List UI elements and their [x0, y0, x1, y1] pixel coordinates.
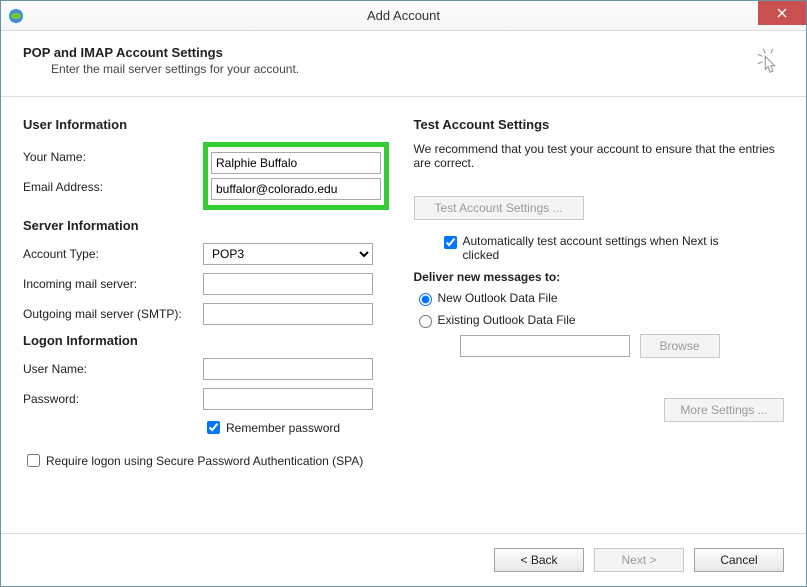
- server-info-title: Server Information: [23, 218, 394, 233]
- outgoing-server-label: Outgoing mail server (SMTP):: [23, 307, 203, 321]
- password-label: Password:: [23, 392, 203, 406]
- account-type-label: Account Type:: [23, 247, 203, 261]
- test-settings-desc: We recommend that you test your account …: [414, 142, 785, 170]
- auto-test-label: Automatically test account settings when…: [463, 234, 743, 262]
- cancel-button[interactable]: Cancel: [694, 548, 784, 572]
- wizard-header: POP and IMAP Account Settings Enter the …: [1, 31, 806, 97]
- your-name-label: Your Name:: [23, 150, 86, 164]
- highlight-box: [203, 142, 389, 210]
- new-data-file-radio[interactable]: [419, 293, 432, 306]
- wizard-footer: < Back Next > Cancel: [1, 533, 806, 586]
- remember-password-checkbox[interactable]: [207, 421, 220, 434]
- browse-button[interactable]: Browse: [640, 334, 720, 358]
- outgoing-server-input[interactable]: [203, 303, 373, 325]
- password-input[interactable]: [203, 388, 373, 410]
- new-data-file-label: New Outlook Data File: [438, 291, 558, 305]
- username-input[interactable]: [203, 358, 373, 380]
- account-type-select[interactable]: POP3: [203, 243, 373, 265]
- window-title: Add Account: [367, 8, 440, 23]
- test-account-button[interactable]: Test Account Settings ...: [414, 196, 584, 220]
- spa-label: Require logon using Secure Password Auth…: [46, 454, 363, 468]
- incoming-server-input[interactable]: [203, 273, 373, 295]
- auto-test-checkbox[interactable]: [444, 236, 457, 249]
- existing-data-file-label: Existing Outlook Data File: [438, 313, 576, 327]
- your-name-input[interactable]: [211, 152, 381, 174]
- spa-checkbox[interactable]: [27, 454, 40, 467]
- test-settings-title: Test Account Settings: [414, 117, 785, 132]
- deliver-title: Deliver new messages to:: [414, 270, 785, 284]
- next-button[interactable]: Next >: [594, 548, 684, 572]
- user-info-title: User Information: [23, 117, 394, 132]
- logon-info-title: Logon Information: [23, 333, 394, 348]
- app-icon: [7, 7, 25, 25]
- close-button[interactable]: [758, 1, 806, 25]
- close-icon: [777, 8, 787, 18]
- right-column: Test Account Settings We recommend that …: [414, 113, 785, 523]
- header-title: POP and IMAP Account Settings: [23, 45, 299, 60]
- email-input[interactable]: [211, 178, 381, 200]
- header-subtitle: Enter the mail server settings for your …: [51, 62, 299, 76]
- more-settings-button[interactable]: More Settings ...: [664, 398, 784, 422]
- remember-password-label: Remember password: [226, 421, 340, 435]
- existing-data-file-input: [460, 335, 630, 357]
- username-label: User Name:: [23, 362, 203, 376]
- add-account-window: Add Account POP and IMAP Account Setting…: [0, 0, 807, 587]
- incoming-server-label: Incoming mail server:: [23, 277, 203, 291]
- existing-data-file-radio[interactable]: [419, 315, 432, 328]
- left-column: User Information Your Name: Email Addres…: [23, 113, 394, 523]
- back-button[interactable]: < Back: [494, 548, 584, 572]
- email-label: Email Address:: [23, 180, 103, 194]
- cursor-click-icon: [754, 45, 784, 75]
- titlebar: Add Account: [1, 1, 806, 31]
